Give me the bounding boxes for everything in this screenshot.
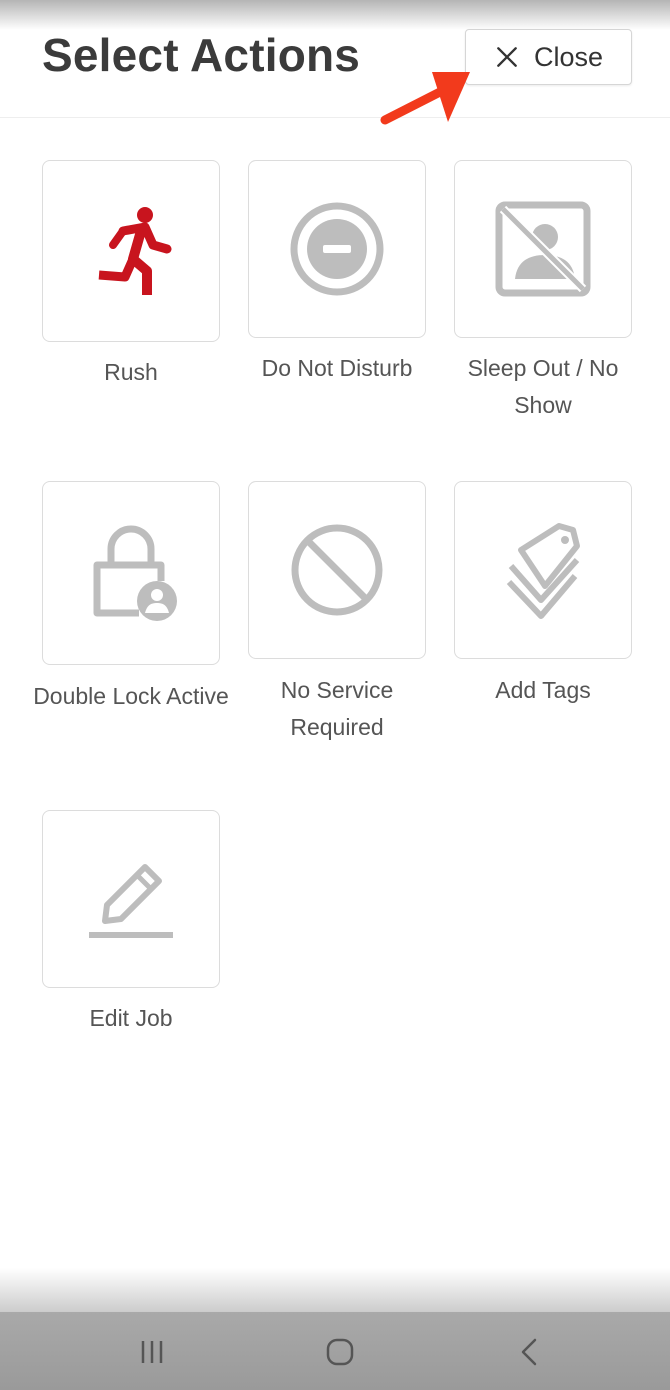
action-tile-rush[interactable]	[42, 160, 220, 342]
do-not-disturb-icon	[290, 202, 384, 296]
action-label-add-tags: Add Tags	[495, 677, 591, 703]
action-tile-add-tags[interactable]	[454, 481, 632, 659]
person-slashed-icon	[495, 201, 591, 297]
action-label-no-service-required: No Service Required	[280, 677, 394, 740]
pencil-icon	[89, 864, 173, 938]
action-label-sleep-out-no-show: Sleep Out / No Show	[467, 355, 619, 418]
tags-icon	[506, 523, 580, 619]
close-button-label: Close	[533, 41, 604, 72]
action-tile-no-service-required[interactable]	[248, 481, 426, 659]
action-label-rush: Rush	[104, 359, 158, 385]
action-tile-sleep-out-no-show[interactable]	[454, 160, 632, 338]
home-icon	[326, 1338, 354, 1366]
page-title: Select Actions	[42, 29, 361, 81]
system-navigation-bar	[0, 1312, 670, 1390]
recent-apps-button[interactable]	[132, 1332, 172, 1372]
action-label-double-lock-active: Double Lock Active	[33, 683, 229, 709]
block-icon	[291, 524, 383, 616]
home-button[interactable]	[320, 1332, 360, 1372]
action-label-edit-job: Edit Job	[89, 1005, 173, 1031]
action-tile-edit-job[interactable]	[42, 810, 220, 988]
select-actions-screen: Select Actions Close Rush Do Not Disturb	[0, 0, 670, 1390]
close-icon	[497, 47, 517, 67]
action-tile-double-lock-active[interactable]	[42, 481, 220, 665]
action-label-do-not-disturb: Do Not Disturb	[261, 355, 413, 381]
close-button[interactable]: Close	[465, 29, 632, 85]
action-tile-do-not-disturb[interactable]	[248, 160, 426, 338]
annotation-arrow-icon	[380, 72, 470, 125]
running-person-icon	[98, 207, 172, 295]
lock-person-icon	[93, 525, 177, 621]
back-icon	[521, 1338, 537, 1366]
header: Select Actions Close	[0, 0, 670, 118]
recent-apps-icon	[141, 1341, 163, 1363]
back-button[interactable]	[510, 1332, 550, 1372]
bottom-shade	[0, 1268, 670, 1313]
